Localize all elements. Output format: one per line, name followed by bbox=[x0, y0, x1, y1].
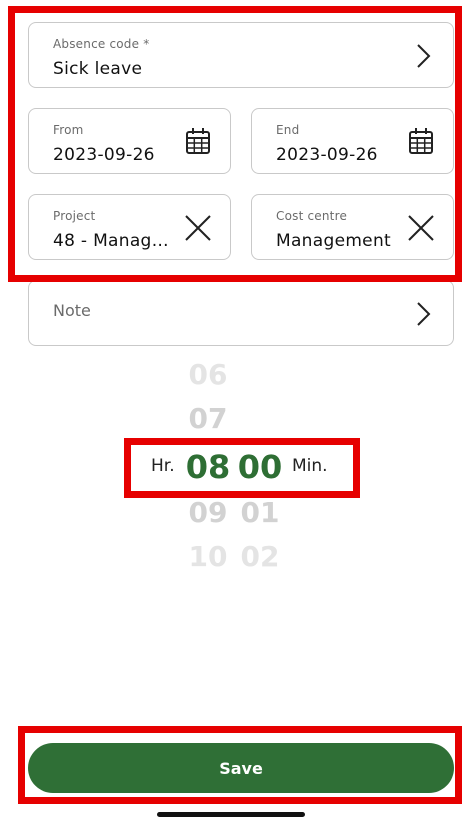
calendar-icon[interactable] bbox=[408, 127, 434, 155]
chevron-right-icon bbox=[417, 302, 431, 326]
absence-code-value: Sick leave bbox=[53, 59, 143, 79]
minute-option[interactable]: 02 bbox=[238, 540, 282, 573]
hour-unit-label: Hr. bbox=[151, 456, 175, 476]
chevron-right-icon bbox=[417, 44, 431, 68]
end-label: End bbox=[276, 123, 300, 137]
minute-option[interactable]: 01 bbox=[238, 496, 282, 529]
hour-option[interactable]: 07 bbox=[186, 402, 230, 435]
from-label: From bbox=[53, 123, 84, 137]
save-button[interactable]: Save bbox=[28, 743, 454, 793]
from-value: 2023-09-26 bbox=[53, 145, 155, 165]
project-field[interactable]: Project 48 - Manag… bbox=[28, 194, 231, 260]
end-value: 2023-09-26 bbox=[276, 145, 378, 165]
minute-unit-label: Min. bbox=[292, 456, 328, 476]
note-label: Note bbox=[53, 301, 91, 320]
selected-hour[interactable]: 08 bbox=[185, 448, 231, 486]
hour-option[interactable]: 06 bbox=[186, 358, 230, 391]
selected-minute[interactable]: 00 bbox=[237, 448, 283, 486]
close-icon[interactable] bbox=[183, 213, 213, 243]
end-date-field[interactable]: End 2023-09-26 bbox=[251, 108, 454, 174]
hour-option[interactable]: 09 bbox=[186, 496, 230, 529]
cost-centre-field[interactable]: Cost centre Management bbox=[251, 194, 454, 260]
cost-centre-value: Management bbox=[276, 231, 391, 251]
absence-code-field[interactable]: Absence code * Sick leave bbox=[28, 22, 454, 88]
from-date-field[interactable]: From 2023-09-26 bbox=[28, 108, 231, 174]
note-field[interactable]: Note bbox=[28, 280, 454, 346]
cost-centre-label: Cost centre bbox=[276, 209, 348, 223]
absence-code-label: Absence code * bbox=[53, 37, 150, 51]
hour-option[interactable]: 10 bbox=[186, 540, 230, 573]
project-label: Project bbox=[53, 209, 96, 223]
home-indicator bbox=[157, 812, 305, 817]
project-value: 48 - Manag… bbox=[53, 231, 169, 251]
close-icon[interactable] bbox=[406, 213, 436, 243]
calendar-icon[interactable] bbox=[185, 127, 211, 155]
